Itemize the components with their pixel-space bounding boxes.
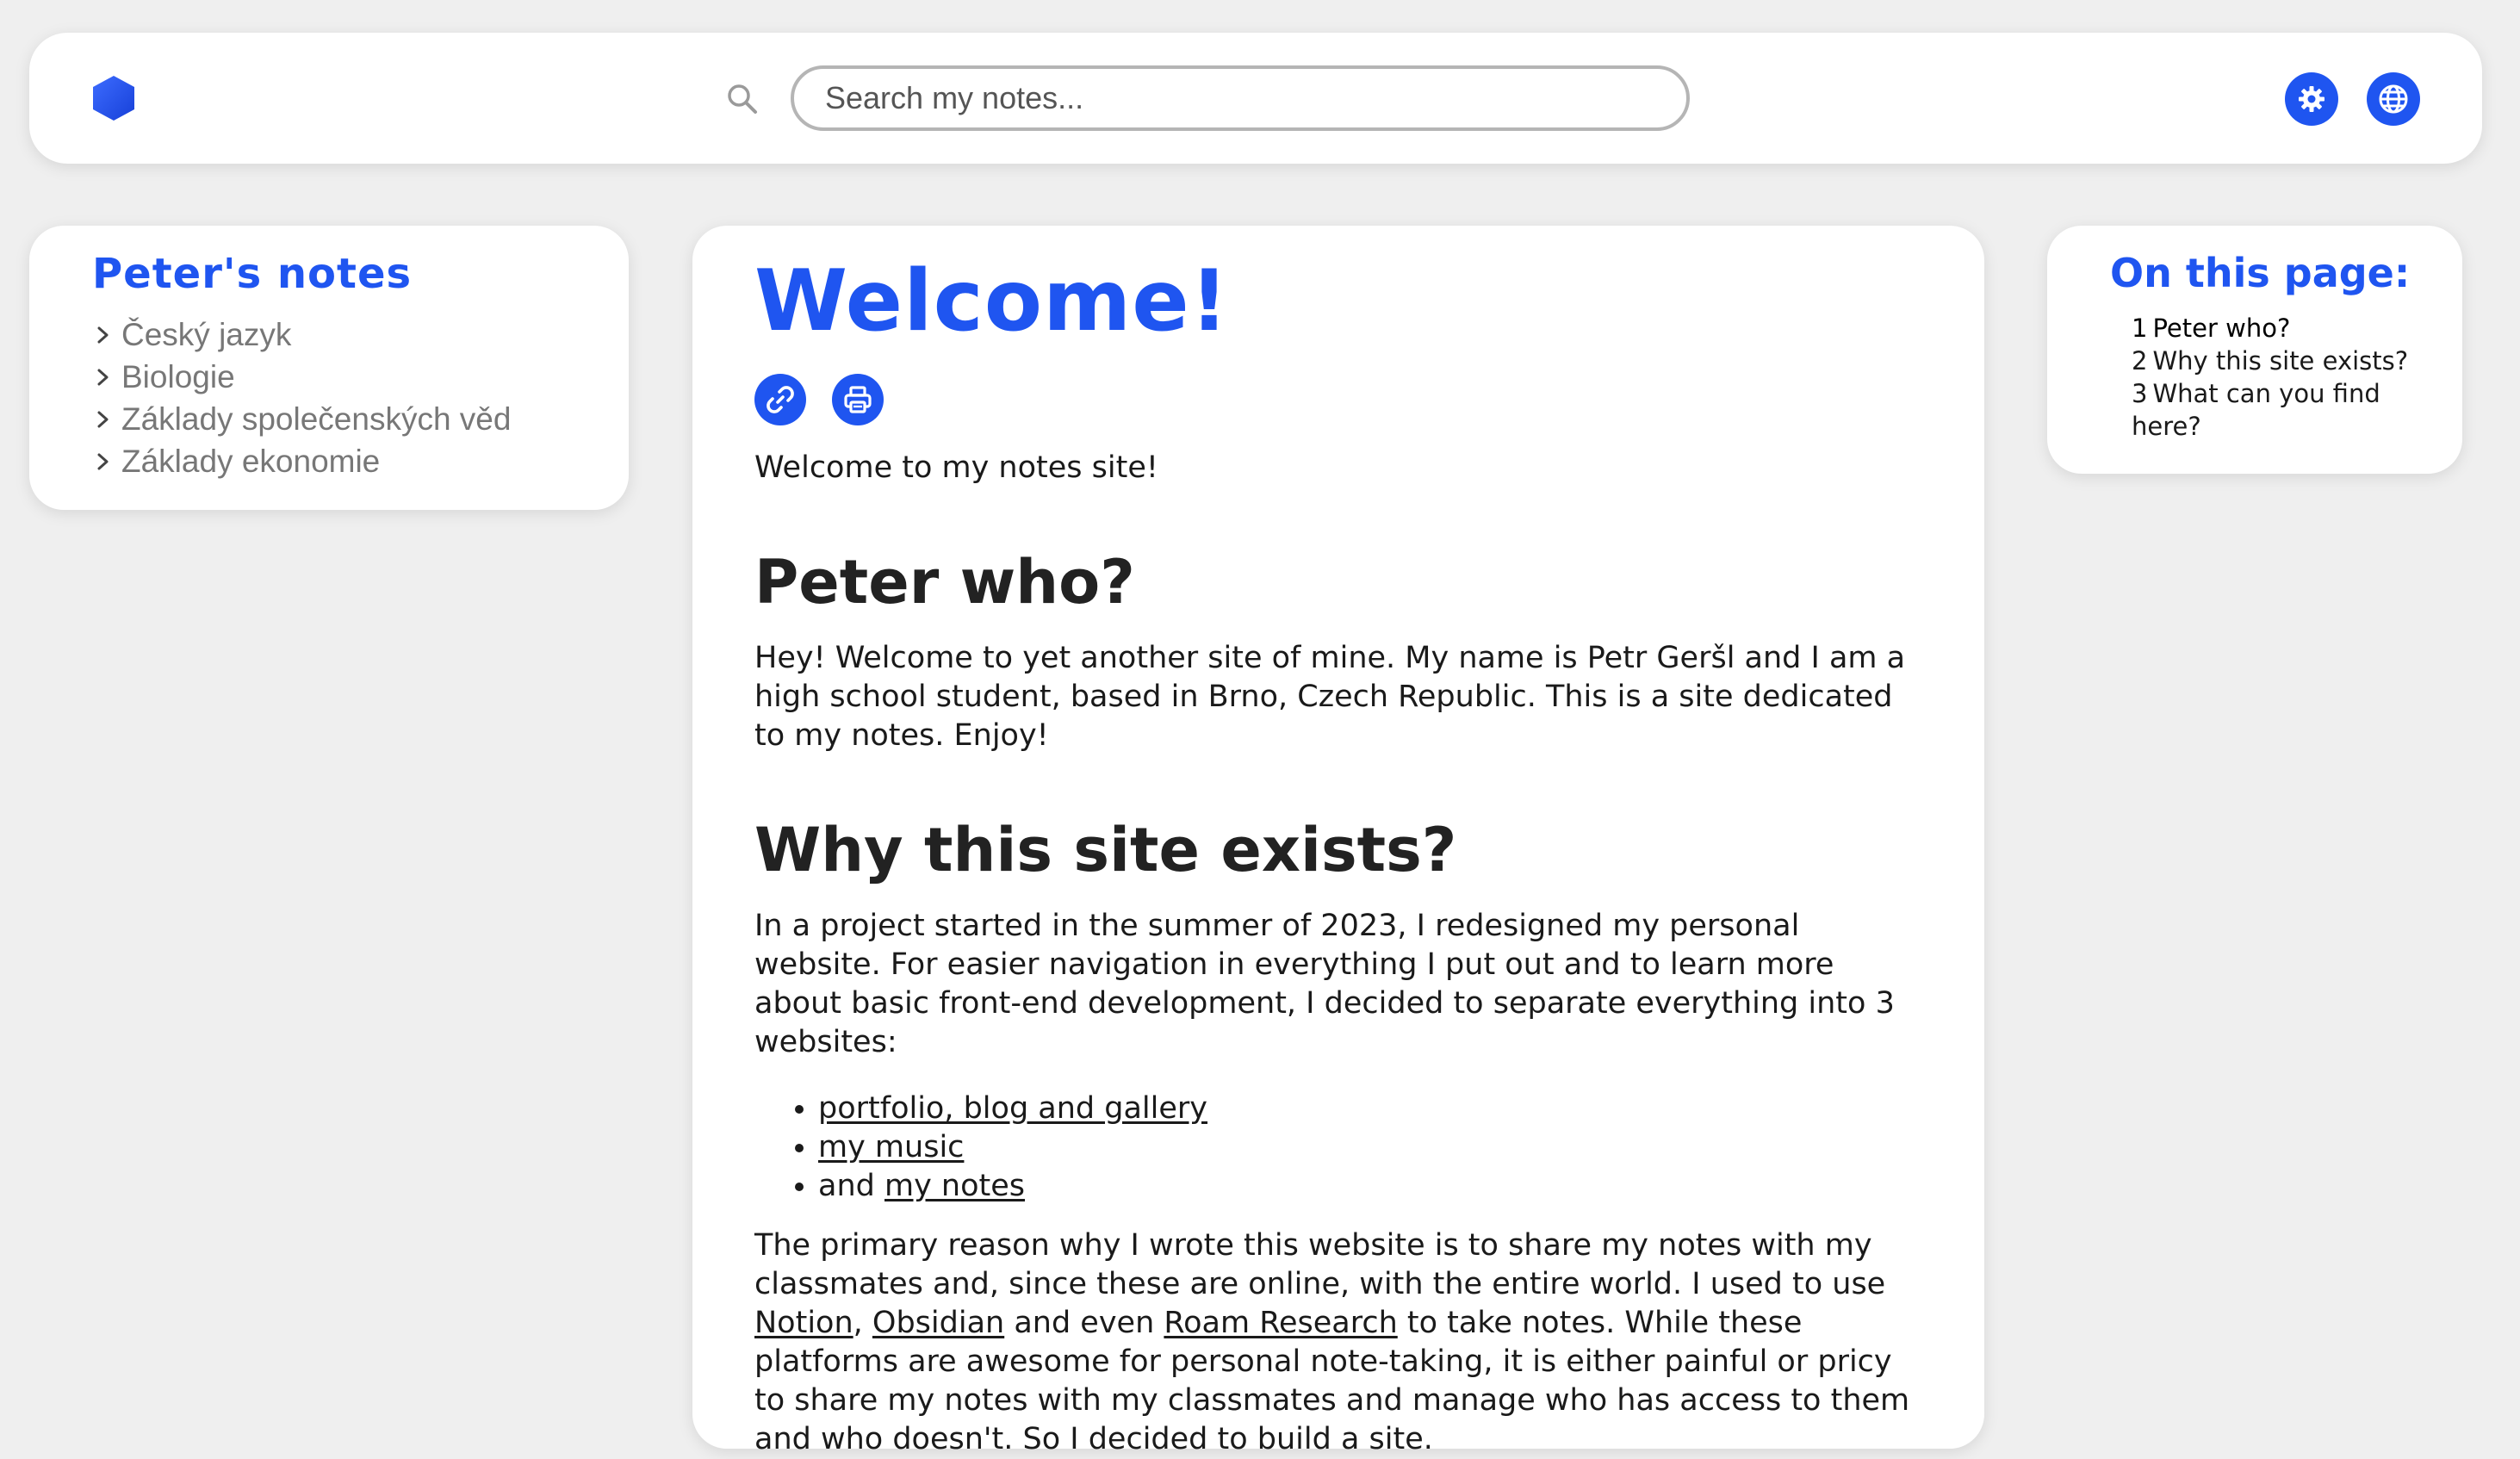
toc-item-label: What can you find here? xyxy=(2132,379,2380,441)
sidebar-item-zaklady-spolecenskych-ved[interactable]: Základy společenských věd xyxy=(92,398,511,440)
sidebar-item-label: Základy společenských věd xyxy=(121,400,512,437)
globe-icon xyxy=(2379,84,2408,114)
notion-link[interactable]: Notion xyxy=(754,1306,853,1340)
search-icon xyxy=(728,84,757,114)
sidebar-item-cesky-jazyk[interactable]: Český jazyk xyxy=(92,314,511,356)
print-button[interactable] xyxy=(832,374,884,425)
sidebar-item-label: Český jazyk xyxy=(121,316,292,352)
chevron-right-icon xyxy=(97,453,109,469)
link-icon xyxy=(767,386,794,413)
sidebar-item-biologie[interactable]: Biologie xyxy=(92,356,511,398)
toc-item-number: 3 xyxy=(2132,379,2148,408)
sidebar-item-label: Základy ekonomie xyxy=(121,443,381,479)
gear-icon xyxy=(2299,86,2324,112)
list-item: portfolio, blog and gallery xyxy=(818,1090,1926,1128)
section-body-peter-who: Hey! Welcome to yet another site of mine… xyxy=(754,641,1906,753)
printer-icon xyxy=(844,386,872,413)
toc-item-label: Why this site exists? xyxy=(2152,346,2409,376)
language-button[interactable] xyxy=(2367,72,2420,126)
toc-item-number: 1 xyxy=(2132,314,2148,343)
hexagon-logo-icon[interactable] xyxy=(90,74,138,122)
copy-link-button[interactable] xyxy=(754,374,806,425)
toc-item-label: Peter who? xyxy=(2152,314,2291,343)
obsidian-link[interactable]: Obsidian xyxy=(872,1306,1004,1340)
sidebar-item-label: Biologie xyxy=(121,358,235,394)
websites-list: portfolio, blog and gallery my music and… xyxy=(754,1090,1926,1206)
list-item-prefix: and xyxy=(818,1169,884,1203)
portfolio-blog-gallery-link[interactable]: portfolio, blog and gallery xyxy=(818,1091,1207,1126)
toc-title: On this page: xyxy=(2110,250,2411,296)
list-item: my music xyxy=(818,1128,1926,1167)
settings-button[interactable] xyxy=(2285,72,2338,126)
section-heading-peter-who: Peter who? xyxy=(754,547,1135,618)
paragraph-text: The primary reason why I wrote this webs… xyxy=(754,1228,1886,1301)
paragraph-text: and even xyxy=(1004,1306,1164,1340)
article: Welcome! Welcome to my notes site! Peter… xyxy=(754,250,1926,1459)
sidebar-nav: Český jazyk Biologie Základy společenský… xyxy=(92,314,511,482)
section-body-primary-reason: The primary reason why I wrote this webs… xyxy=(754,1226,1926,1459)
my-notes-link[interactable]: my notes xyxy=(884,1169,1025,1203)
list-item: and my notes xyxy=(818,1167,1926,1206)
chevron-right-icon xyxy=(97,411,109,427)
chevron-right-icon xyxy=(97,326,109,343)
toc-item-what-can-you-find-here[interactable]: 3 What can you find here? xyxy=(2132,377,2442,443)
sidebar-title[interactable]: Peter's notes xyxy=(92,250,412,298)
chevron-right-icon xyxy=(97,369,109,385)
toc-item-peter-who[interactable]: 1 Peter who? xyxy=(2132,312,2442,345)
page-title: Welcome! xyxy=(754,252,1230,351)
roam-research-link[interactable]: Roam Research xyxy=(1164,1306,1397,1340)
search-input[interactable] xyxy=(791,65,1690,131)
title-actions xyxy=(754,374,1926,425)
section-body-why-this-site-exists: In a project started in the summer of 20… xyxy=(754,909,1895,1059)
my-music-link[interactable]: my music xyxy=(818,1130,964,1164)
paragraph-text: , xyxy=(853,1306,872,1340)
intro-text: Welcome to my notes site! xyxy=(754,450,1158,485)
toc-item-why-this-site-exists[interactable]: 2 Why this site exists? xyxy=(2132,345,2442,377)
toc-item-number: 2 xyxy=(2132,346,2148,376)
section-heading-why-this-site-exists: Why this site exists? xyxy=(754,815,1457,885)
toc-list: 1 Peter who? 2 Why this site exists? 3 What… xyxy=(2132,312,2442,443)
sidebar-item-zaklady-ekonomie[interactable]: Základy ekonomie xyxy=(92,440,511,482)
